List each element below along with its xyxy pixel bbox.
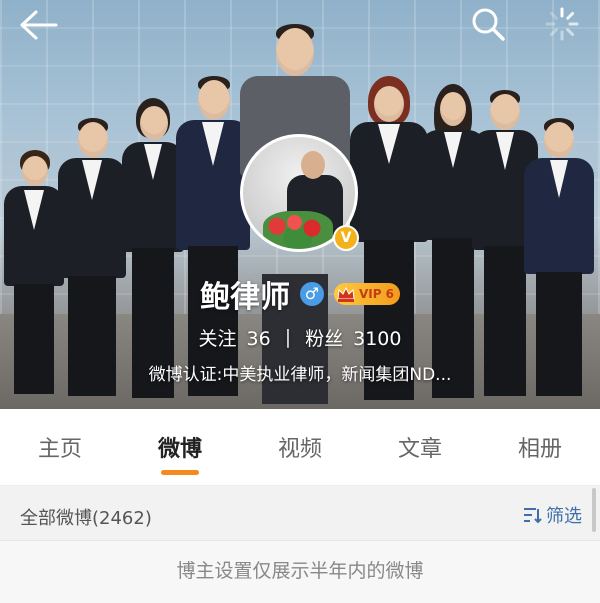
vip-badge[interactable]: VIP 6 bbox=[333, 283, 401, 305]
stats-divider: | bbox=[284, 326, 292, 348]
back-arrow-icon[interactable] bbox=[18, 8, 58, 42]
loading-spinner-icon bbox=[545, 7, 579, 41]
tab-album[interactable]: 相册 bbox=[480, 409, 600, 485]
vip-crown-icon bbox=[337, 286, 355, 302]
verification-text[interactable]: 微博认证:中美执业律师，新闻集团ND... bbox=[0, 360, 600, 390]
tab-articles[interactable]: 文章 bbox=[360, 409, 480, 485]
active-tab-indicator bbox=[161, 470, 199, 475]
profile-cover: V 鲍律师 ♂ VIP 6 关注 36 | 粉丝 3100 微博认证:中美执业律师，… bbox=[0, 0, 600, 409]
filter-button[interactable]: 筛选 bbox=[522, 502, 582, 528]
vip-level: VIP 6 bbox=[358, 287, 395, 301]
filter-label: 筛选 bbox=[546, 506, 582, 527]
verified-badge: V bbox=[333, 225, 359, 251]
following-stat[interactable]: 关注 36 bbox=[199, 324, 271, 351]
profile-stats: 关注 36 | 粉丝 3100 bbox=[0, 320, 600, 354]
profile-name-row: 鲍律师 ♂ VIP 6 bbox=[0, 272, 600, 316]
fans-label: 粉丝 bbox=[305, 327, 344, 350]
following-count: 36 bbox=[246, 327, 271, 350]
feed-filter-bar: 全部微博(2462) 筛选 博主设置仅展示半年内的微博 bbox=[0, 486, 600, 603]
profile-name: 鲍律师 bbox=[199, 280, 290, 315]
tab-video[interactable]: 视频 bbox=[240, 409, 360, 485]
search-icon[interactable] bbox=[470, 6, 506, 42]
scrollbar[interactable] bbox=[592, 488, 596, 532]
following-label: 关注 bbox=[198, 327, 237, 350]
profile-tabs: 主页 微博 视频 文章 相册 bbox=[0, 409, 600, 486]
filter-icon bbox=[524, 508, 542, 524]
tab-weibo[interactable]: 微博 bbox=[120, 409, 240, 485]
fans-count: 3100 bbox=[353, 327, 402, 350]
fans-stat[interactable]: 粉丝 3100 bbox=[305, 324, 401, 351]
male-gender-icon: ♂ bbox=[299, 282, 324, 306]
time-limit-notice: 博主设置仅展示半年内的微博 bbox=[176, 560, 424, 582]
all-posts-count[interactable]: 全部微博(2462) bbox=[20, 504, 152, 530]
tab-home[interactable]: 主页 bbox=[0, 409, 120, 485]
